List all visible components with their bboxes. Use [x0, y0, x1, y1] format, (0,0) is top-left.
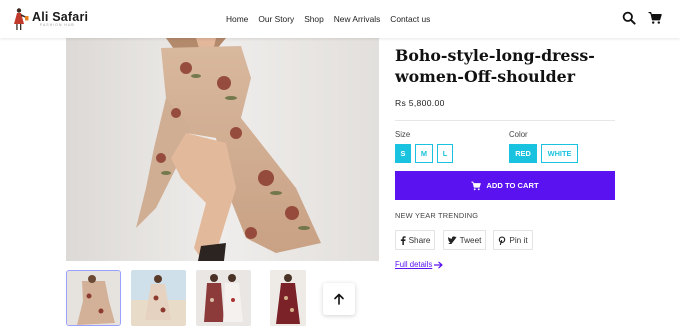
- color-option-red[interactable]: RED: [509, 144, 537, 163]
- size-option-s[interactable]: S: [395, 144, 411, 163]
- twitter-icon: [447, 236, 457, 244]
- thumbnail-image: [270, 270, 306, 326]
- search-icon[interactable]: [622, 11, 636, 25]
- size-option-m[interactable]: M: [415, 144, 433, 163]
- back-to-top-button[interactable]: [323, 283, 355, 315]
- header-icons: [622, 11, 662, 25]
- divider: [395, 120, 615, 121]
- size-option-l[interactable]: L: [437, 144, 453, 163]
- thumbnail-image: [67, 271, 120, 325]
- color-label: Color: [509, 130, 528, 139]
- product-thumbnail-1[interactable]: [66, 270, 121, 326]
- product-thumbnail-2[interactable]: [131, 270, 186, 326]
- cart-icon[interactable]: [648, 11, 662, 25]
- facebook-icon: [400, 235, 406, 245]
- arrow-up-icon: [334, 293, 344, 305]
- product-thumbnail-3[interactable]: [196, 270, 251, 326]
- add-to-cart-button[interactable]: ADD TO CART: [395, 171, 615, 200]
- trend-text: NEW YEAR TRENDING: [395, 211, 479, 220]
- full-details-link[interactable]: Full details: [395, 260, 443, 269]
- nav-item-shop[interactable]: Shop: [304, 14, 324, 24]
- pin-button[interactable]: Pin it: [493, 230, 533, 250]
- size-label: Size: [395, 130, 411, 139]
- tweet-label: Tweet: [459, 235, 482, 245]
- nav-item-contact-us[interactable]: Contact us: [390, 14, 430, 24]
- thumbnail-image: [196, 270, 251, 326]
- full-details-label: Full details: [395, 260, 433, 269]
- share-button[interactable]: Share: [395, 230, 435, 250]
- thumbnail-image: [131, 270, 186, 326]
- pinterest-icon: [499, 235, 506, 245]
- pin-label: Pin it: [509, 235, 528, 245]
- share-label: Share: [408, 235, 431, 245]
- product-price: Rs 5,800.00: [395, 98, 445, 108]
- tweet-button[interactable]: Tweet: [443, 230, 486, 250]
- color-option-white[interactable]: WHITE: [541, 144, 578, 163]
- nav-item-our-story[interactable]: Our Story: [258, 14, 294, 24]
- site-header: Ali Safari FASHION HUB Home Our Story Sh…: [0, 0, 680, 38]
- product-title: Boho-style-long-dress-women-Off-shoulder: [395, 46, 595, 86]
- nav-item-new-arrivals[interactable]: New Arrivals: [334, 14, 381, 24]
- dress-photo-illustration: [66, 38, 379, 261]
- main-nav: Home Our Story Shop New Arrivals Contact…: [226, 0, 440, 38]
- add-to-cart-label: ADD TO CART: [486, 181, 539, 190]
- product-thumbnail-4[interactable]: [270, 270, 306, 326]
- product-main-image[interactable]: [66, 38, 379, 261]
- nav-item-home[interactable]: Home: [226, 14, 248, 24]
- arrow-right-icon: [434, 261, 443, 268]
- logo-figure-icon: [14, 8, 29, 30]
- cart-icon: [471, 181, 482, 190]
- logo[interactable]: Ali Safari FASHION HUB: [12, 6, 88, 32]
- logo-name: Ali Safari: [32, 9, 89, 24]
- logo-tagline: FASHION HUB: [40, 23, 75, 27]
